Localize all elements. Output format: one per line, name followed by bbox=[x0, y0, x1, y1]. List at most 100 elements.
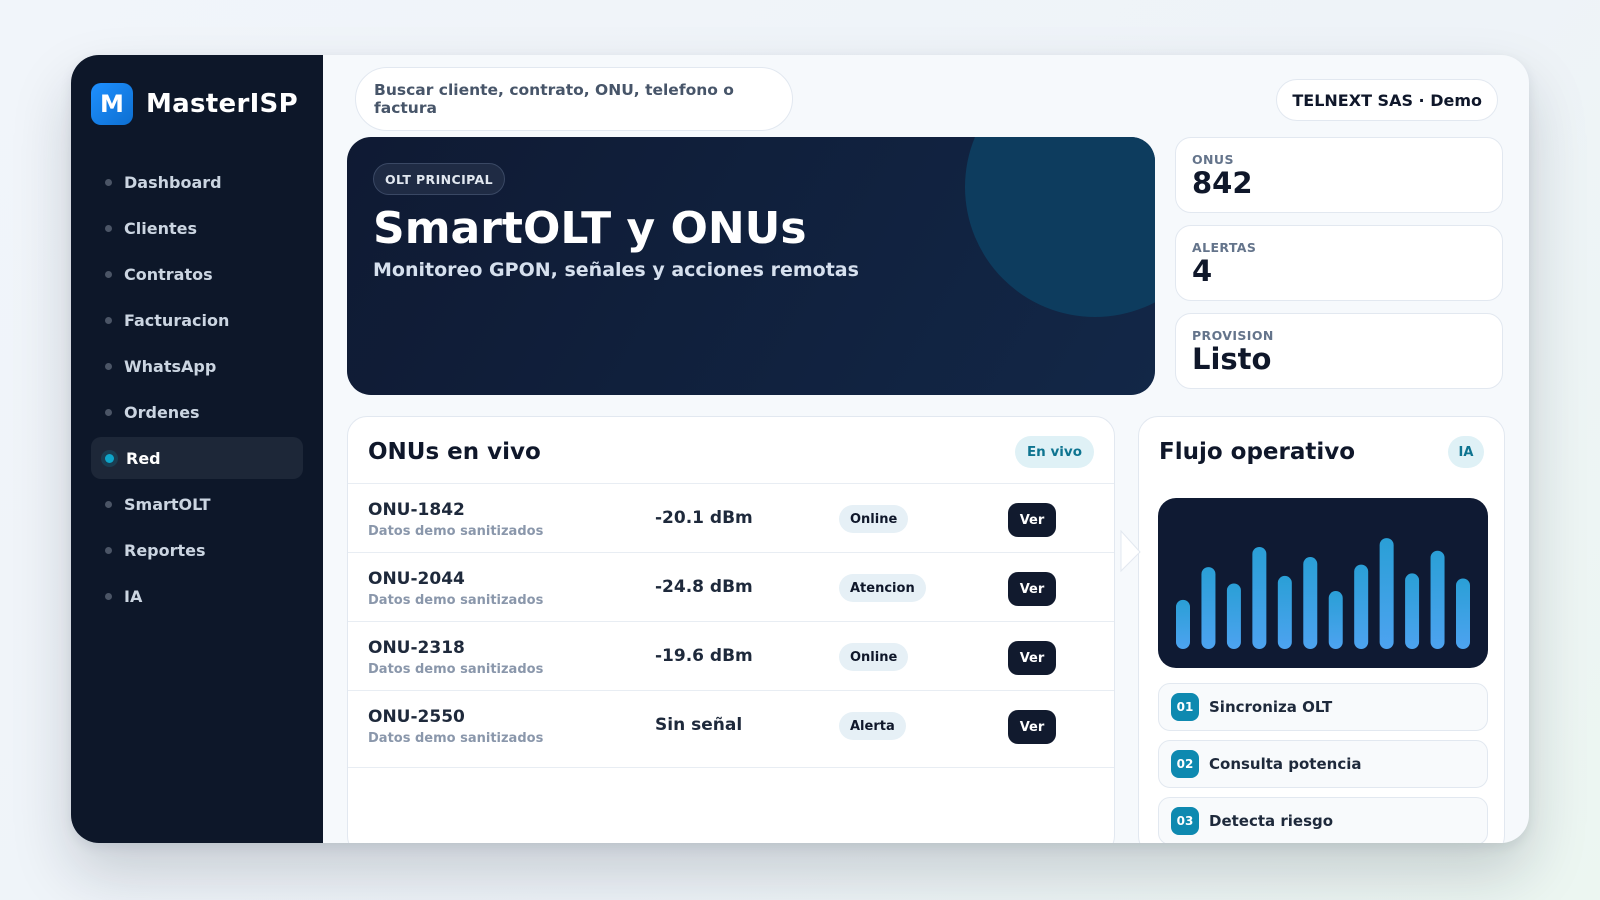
sidebar-item-contratos[interactable]: Contratos bbox=[91, 253, 303, 295]
activity-bar bbox=[1405, 573, 1420, 649]
sidebar-item-label: IA bbox=[124, 586, 143, 606]
stat-value: 842 bbox=[1192, 166, 1253, 200]
page-subtitle: Monitoreo GPON, señales y acciones remot… bbox=[373, 259, 859, 281]
hero-banner: OLT PRINCIPAL SmartOLT y ONUs Monitoreo … bbox=[347, 137, 1155, 395]
activity-chart-svg bbox=[1176, 538, 1470, 649]
app-window: M MasterISP Dashboard Clientes Contratos… bbox=[71, 55, 1529, 843]
brand[interactable]: M MasterISP bbox=[91, 83, 303, 125]
view-button[interactable]: Ver bbox=[1008, 503, 1056, 537]
sidebar-item-label: Red bbox=[126, 448, 161, 468]
activity-bar bbox=[1456, 578, 1470, 649]
onu-name: ONU-1842 bbox=[368, 500, 465, 520]
stat-card-onus: ONUS 842 bbox=[1175, 137, 1503, 213]
sidebar-item-label: Facturacion bbox=[124, 310, 230, 330]
table-row: ONU-2550 Datos demo sanitizados Sin seña… bbox=[348, 690, 1114, 760]
activity-bar bbox=[1176, 599, 1190, 649]
flow-step-1[interactable]: 01 Sincroniza OLT bbox=[1158, 683, 1488, 731]
sidebar-item-ordenes[interactable]: Ordenes bbox=[91, 391, 303, 433]
nav-dot-icon bbox=[105, 178, 112, 186]
nav-dot-icon bbox=[105, 362, 112, 370]
nav-dot-icon bbox=[105, 224, 112, 232]
nav-dot-icon bbox=[105, 546, 112, 554]
nav-dot-icon bbox=[105, 453, 114, 463]
sidebar-item-label: Dashboard bbox=[124, 172, 222, 192]
sidebar-item-label: SmartOLT bbox=[124, 494, 211, 514]
table-row: ONU-2318 Datos demo sanitizados -19.6 dB… bbox=[348, 621, 1114, 691]
onu-name: ONU-2318 bbox=[368, 638, 465, 658]
brand-name: MasterISP bbox=[146, 89, 298, 119]
step-label: Detecta riesgo bbox=[1209, 812, 1334, 830]
flow-card: Flujo operativo IA 01 Sincroniza OLT 02 bbox=[1138, 416, 1505, 843]
sidebar-item-smartolt[interactable]: SmartOLT bbox=[91, 483, 303, 525]
step-number: 02 bbox=[1171, 750, 1199, 778]
table-row: ONU-1842 Datos demo sanitizados -20.1 dB… bbox=[348, 483, 1114, 553]
sidebar-item-label: Contratos bbox=[124, 264, 213, 284]
sidebar: M MasterISP Dashboard Clientes Contratos… bbox=[71, 55, 323, 843]
sidebar-item-whatsapp[interactable]: WhatsApp bbox=[91, 345, 303, 387]
status-badge: Alerta bbox=[839, 712, 906, 740]
stat-label: ONUS bbox=[1192, 152, 1234, 167]
nav-dot-icon bbox=[105, 270, 112, 278]
sidebar-item-label: Ordenes bbox=[124, 402, 200, 422]
onu-description: Datos demo sanitizados bbox=[368, 593, 544, 608]
sidebar-item-label: Reportes bbox=[124, 540, 206, 560]
sidebar-item-label: Clientes bbox=[124, 218, 197, 238]
stat-value: Listo bbox=[1192, 342, 1272, 376]
step-label: Sincroniza OLT bbox=[1209, 698, 1333, 716]
onu-description: Datos demo sanitizados bbox=[368, 731, 544, 746]
view-button[interactable]: Ver bbox=[1008, 572, 1056, 606]
step-number: 03 bbox=[1171, 807, 1199, 835]
hero-decoration bbox=[965, 137, 1155, 317]
status-badge: Online bbox=[839, 505, 909, 533]
stat-label: PROVISION bbox=[1192, 328, 1274, 343]
onu-signal: -19.6 dBm bbox=[655, 646, 753, 666]
sidebar-item-facturacion[interactable]: Facturacion bbox=[91, 299, 303, 341]
card-title: Flujo operativo bbox=[1159, 439, 1356, 465]
search-input[interactable]: Buscar cliente, contrato, ONU, telefono … bbox=[355, 67, 793, 131]
onu-signal: -24.8 dBm bbox=[655, 577, 753, 597]
nav-dot-icon bbox=[105, 500, 112, 508]
flow-step-2[interactable]: 02 Consulta potencia bbox=[1158, 740, 1488, 788]
nav-dot-icon bbox=[105, 316, 112, 324]
status-badge: Atencion bbox=[839, 574, 926, 602]
view-button[interactable]: Ver bbox=[1008, 641, 1056, 675]
stat-label: ALERTAS bbox=[1192, 240, 1257, 255]
onu-signal: Sin señal bbox=[655, 715, 743, 735]
flow-step-3[interactable]: 03 Detecta riesgo bbox=[1158, 797, 1488, 843]
table-row: ONU-2044 Datos demo sanitizados -24.8 dB… bbox=[348, 552, 1114, 622]
onus-live-card: ONUs en vivo En vivo ONU-1842 Datos demo… bbox=[347, 416, 1115, 843]
activity-bar bbox=[1379, 538, 1394, 649]
ia-badge: IA bbox=[1448, 436, 1484, 468]
page-title: SmartOLT y ONUs bbox=[373, 203, 807, 254]
nav-dot-icon bbox=[105, 408, 112, 416]
org-selector[interactable]: TELNEXT SAS · Demo bbox=[1276, 79, 1498, 121]
activity-bar bbox=[1277, 575, 1292, 649]
sidebar-item-red[interactable]: Red bbox=[91, 437, 303, 479]
onu-description: Datos demo sanitizados bbox=[368, 662, 544, 677]
stat-card-alertas: ALERTAS 4 bbox=[1175, 225, 1503, 301]
stat-card-provision: PROVISION Listo bbox=[1175, 313, 1503, 389]
status-badge: Online bbox=[839, 643, 909, 671]
table-divider bbox=[348, 767, 1114, 768]
activity-chart bbox=[1158, 498, 1488, 668]
onu-name: ONU-2044 bbox=[368, 569, 465, 589]
view-button[interactable]: Ver bbox=[1008, 710, 1056, 744]
activity-bar bbox=[1303, 557, 1318, 649]
step-number: 01 bbox=[1171, 693, 1199, 721]
sidebar-item-clientes[interactable]: Clientes bbox=[91, 207, 303, 249]
card-title: ONUs en vivo bbox=[368, 439, 541, 465]
activity-bar bbox=[1201, 567, 1216, 649]
activity-bar bbox=[1430, 550, 1445, 649]
nav-dot-icon bbox=[105, 592, 112, 600]
onu-description: Datos demo sanitizados bbox=[368, 524, 544, 539]
onu-signal: -20.1 dBm bbox=[655, 508, 753, 528]
activity-bar bbox=[1226, 583, 1241, 649]
sidebar-item-label: WhatsApp bbox=[124, 356, 217, 376]
step-label: Consulta potencia bbox=[1209, 755, 1362, 773]
sidebar-item-ia[interactable]: IA bbox=[91, 575, 303, 617]
activity-bar bbox=[1252, 546, 1267, 649]
sidebar-item-dashboard[interactable]: Dashboard bbox=[91, 161, 303, 203]
cursor-arrow-icon bbox=[1120, 530, 1141, 573]
brand-logo-icon: M bbox=[91, 83, 133, 125]
sidebar-item-reportes[interactable]: Reportes bbox=[91, 529, 303, 571]
